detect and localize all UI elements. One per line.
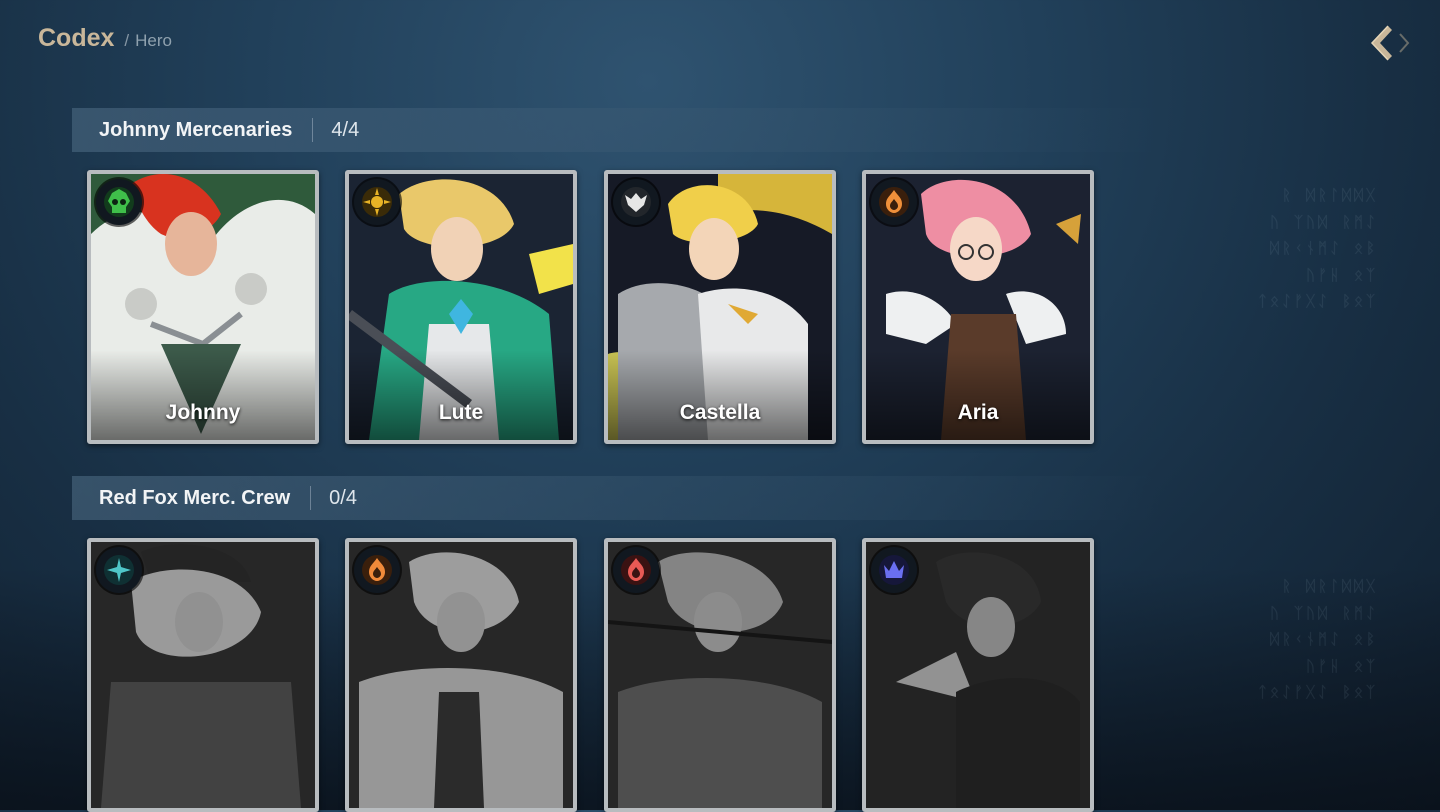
hero-name: Aria [957, 401, 999, 424]
group-header-johnny-mercenaries: Johnny Mercenaries 4/4 [72, 108, 1162, 152]
flame-class-icon [613, 547, 659, 593]
back-arrow-icon [1370, 25, 1410, 61]
breadcrumb: Codex / Hero [38, 24, 172, 53]
name-shade [608, 350, 832, 440]
breadcrumb-hero[interactable]: Hero [135, 31, 172, 51]
hero-card-aria[interactable]: Aria [862, 170, 1094, 444]
hero-card-locked[interactable] [87, 538, 319, 812]
group-name: Johnny Mercenaries [99, 118, 293, 141]
name-shade [349, 350, 573, 440]
wing-class-icon [613, 179, 659, 225]
breadcrumb-separator: / [124, 31, 130, 50]
name-shade [91, 350, 315, 440]
group-count: 0/4 [329, 486, 357, 509]
divider [310, 486, 312, 510]
page-title: Codex [38, 24, 115, 52]
crown-class-icon [871, 547, 917, 593]
hero-card-locked[interactable] [345, 538, 577, 812]
divider [312, 118, 314, 142]
group-name: Red Fox Merc. Crew [99, 486, 291, 509]
flame-class-icon [871, 179, 917, 225]
background-rune-text: ᚱ ᛞᚱᛚᛞᛞᚷ ᚢ ᛉᚢᛞ ᚱᛗᛇ ᛞᚱᚲᚾᛗᛇ ᛟᛒ ᚢᚠᚺ ᛟᛉ ᛏᛟᛇᚠᚷᛇ ᛒ… [1257, 577, 1378, 701]
hero-card-locked[interactable] [862, 538, 1094, 812]
hero-name: Johnny [165, 401, 241, 424]
flame-class-icon [354, 547, 400, 593]
group-header-red-fox-merc-crew: Red Fox Merc. Crew 0/4 [72, 476, 1162, 520]
group-count: 4/4 [331, 118, 360, 141]
hero-card-locked[interactable] [604, 538, 836, 812]
back-button[interactable] [1366, 22, 1412, 64]
background-rune-text: ᚱ ᛞᚱᛚᛞᛞᚷ ᚢ ᛉᚢᛞ ᚱᛗᛇ ᛞᚱᚲᚾᛗᛇ ᛟᛒ ᚢᚠᚺ ᛟᛉ ᛏᛟᛇᚠᚷᛇ ᛒ… [1257, 186, 1378, 310]
hero-name: Castella [679, 401, 761, 424]
hero-card-johnny[interactable]: Johnny [87, 170, 319, 444]
sun-class-icon [354, 179, 400, 225]
hero-name: Lute [438, 401, 484, 424]
name-shade [866, 350, 1090, 440]
hero-card-lute[interactable]: Lute [345, 170, 577, 444]
hero-card-castella[interactable]: Castella [604, 170, 836, 444]
skull-class-icon [96, 179, 142, 225]
frost-class-icon [96, 547, 142, 593]
